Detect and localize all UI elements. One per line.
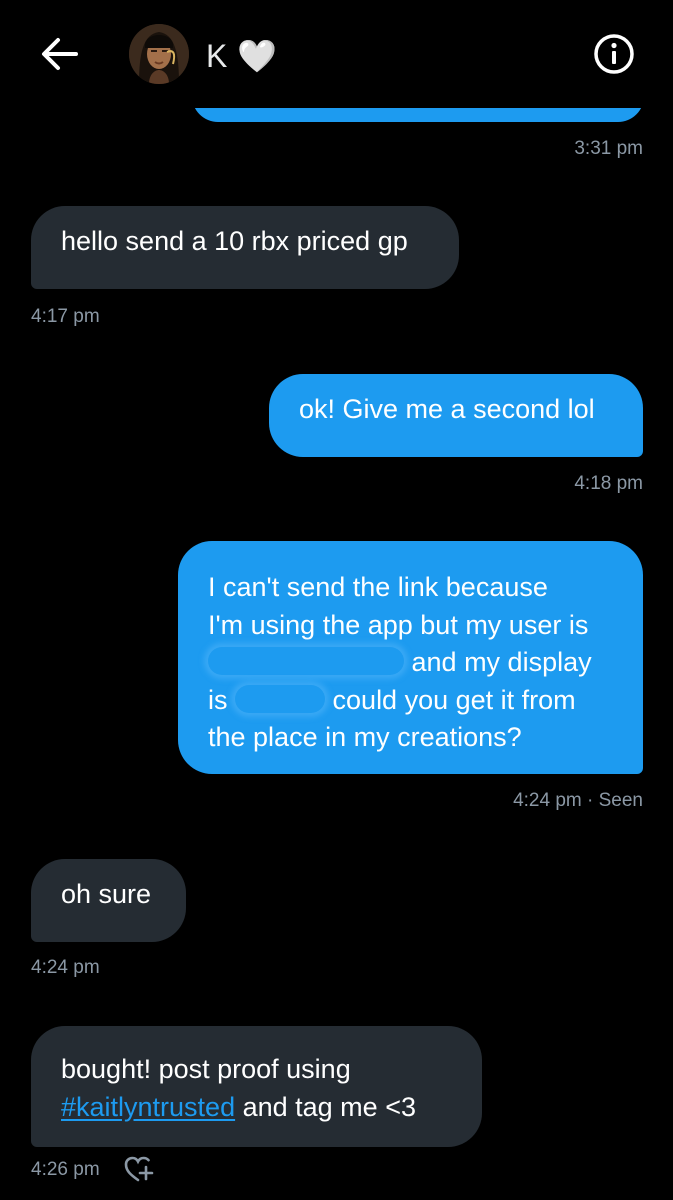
message-line: is could you get it from (208, 682, 613, 720)
back-button[interactable] (38, 34, 82, 74)
message-timestamp: 4:18 pm (574, 473, 643, 494)
message-text: could you get it from (332, 684, 576, 715)
message-bubble-outgoing[interactable]: ok! Give me a second lol (269, 374, 643, 457)
message-bubble-incoming[interactable]: oh sure (31, 859, 186, 942)
conversation-header: K 🤍 (0, 0, 673, 108)
message-text: ok! Give me a second lol (299, 394, 595, 424)
message-timestamp: 3:31 pm (574, 138, 643, 159)
message-line: and my display (208, 644, 613, 682)
message-text: oh sure (61, 879, 152, 909)
message-text: and my display (411, 647, 592, 677)
message-line: #kaitlyntrusted and tag me <3 (61, 1089, 452, 1127)
hashtag-link[interactable]: #kaitlyntrusted (61, 1092, 235, 1122)
message-bubble-incoming[interactable]: bought! post proof using #kaitlyntrusted… (31, 1026, 482, 1147)
message-line: the place in my creations? (208, 722, 522, 752)
contact-name[interactable]: K 🤍 (206, 36, 278, 76)
message-text: is (208, 684, 228, 715)
avatar[interactable] (129, 24, 189, 84)
arrow-left-icon (42, 38, 78, 70)
redaction-scribble (235, 684, 326, 713)
info-button[interactable] (592, 32, 636, 76)
message-line: I can't send the link because (208, 572, 548, 602)
info-circle-icon (594, 34, 634, 74)
redaction-scribble (208, 647, 404, 675)
message-bubble-incoming[interactable]: hello send a 10 rbx priced gp (31, 206, 459, 289)
message-line: bought! post proof using (61, 1054, 351, 1084)
avatar-image (129, 24, 189, 84)
message-timestamp: 4:17 pm (31, 306, 100, 327)
add-reaction-button[interactable] (122, 1153, 154, 1185)
message-text: and tag me <3 (235, 1091, 416, 1122)
add-reaction-heart-icon (124, 1156, 154, 1182)
message-timestamp: 4:26 pm (31, 1159, 100, 1180)
message-timestamp: 4:24 pm (31, 957, 100, 978)
message-text: hello send a 10 rbx priced gp (61, 226, 408, 256)
message-bubble-outgoing[interactable]: I can't send the link because I'm using … (178, 541, 643, 774)
message-timestamp-seen: 4:24 pm · Seen (513, 790, 643, 811)
message-line: I'm using the app but my user is (208, 609, 589, 640)
